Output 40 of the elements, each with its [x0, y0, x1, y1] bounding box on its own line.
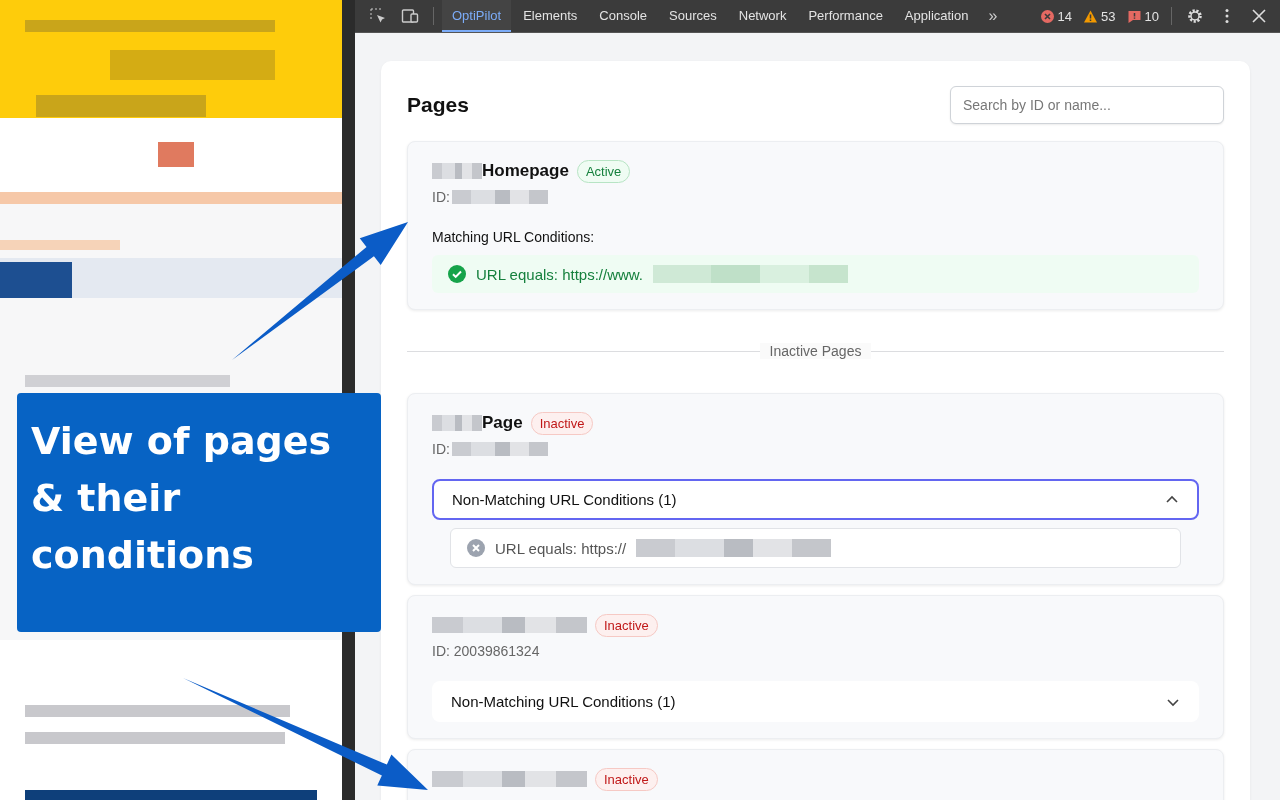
- page-id: ID: 20039861324: [432, 643, 540, 659]
- devtools-tab[interactable]: Elements: [513, 0, 588, 32]
- status-badge: Active: [576, 159, 631, 183]
- devtools-tab[interactable]: Performance: [798, 0, 893, 32]
- section-divider-label: Inactive Pages: [759, 343, 872, 359]
- condition-text: URL equals: https://: [495, 539, 627, 557]
- pixelated-block: [432, 163, 482, 179]
- devtools-tab[interactable]: Console: [589, 0, 658, 32]
- page-name: Homepage: [482, 161, 569, 181]
- conditions-accordion[interactable]: Non-Matching URL Conditions (1): [432, 479, 1199, 520]
- more-tabs-button[interactable]: »: [980, 7, 1006, 25]
- issue-icon: [1127, 9, 1141, 23]
- panel-title: Pages: [407, 93, 469, 117]
- devtools-tab[interactable]: OptiPilot: [442, 0, 512, 32]
- devtools-tab[interactable]: Application: [894, 0, 979, 32]
- check-circle-icon: [448, 265, 466, 283]
- status-badge: Inactive: [595, 767, 658, 791]
- x-circle-icon: [467, 539, 485, 557]
- settings-icon[interactable]: [1186, 7, 1204, 25]
- devtools-tab[interactable]: Network: [728, 0, 797, 32]
- close-icon[interactable]: [1250, 7, 1268, 25]
- conditions-title: Matching URL Conditions:: [432, 229, 596, 245]
- inspect-icon[interactable]: [369, 7, 387, 25]
- page-id: ID:: [432, 189, 450, 205]
- status-badge: Inactive: [530, 411, 594, 435]
- pixelated-block: [432, 415, 482, 431]
- device-toolbar-icon[interactable]: [401, 7, 419, 25]
- warning-counter[interactable]: 53: [1084, 8, 1116, 24]
- error-icon: [1040, 9, 1054, 23]
- issue-counter[interactable]: 10: [1127, 8, 1159, 24]
- page-id: ID:: [432, 441, 450, 457]
- callout-text: View of pages & their conditions: [17, 393, 381, 632]
- devtools-tab[interactable]: Sources: [659, 0, 727, 32]
- conditions-accordion[interactable]: Non-Matching URL Conditions (1): [432, 681, 1199, 722]
- status-badge: Inactive: [595, 613, 658, 637]
- warning-icon: [1084, 9, 1098, 23]
- error-counter[interactable]: 14: [1040, 8, 1073, 24]
- page-name: Page: [482, 413, 523, 433]
- condition-text: URL equals: https://www.: [476, 265, 643, 283]
- search-field[interactable]: Search by ID or name...: [950, 86, 1224, 124]
